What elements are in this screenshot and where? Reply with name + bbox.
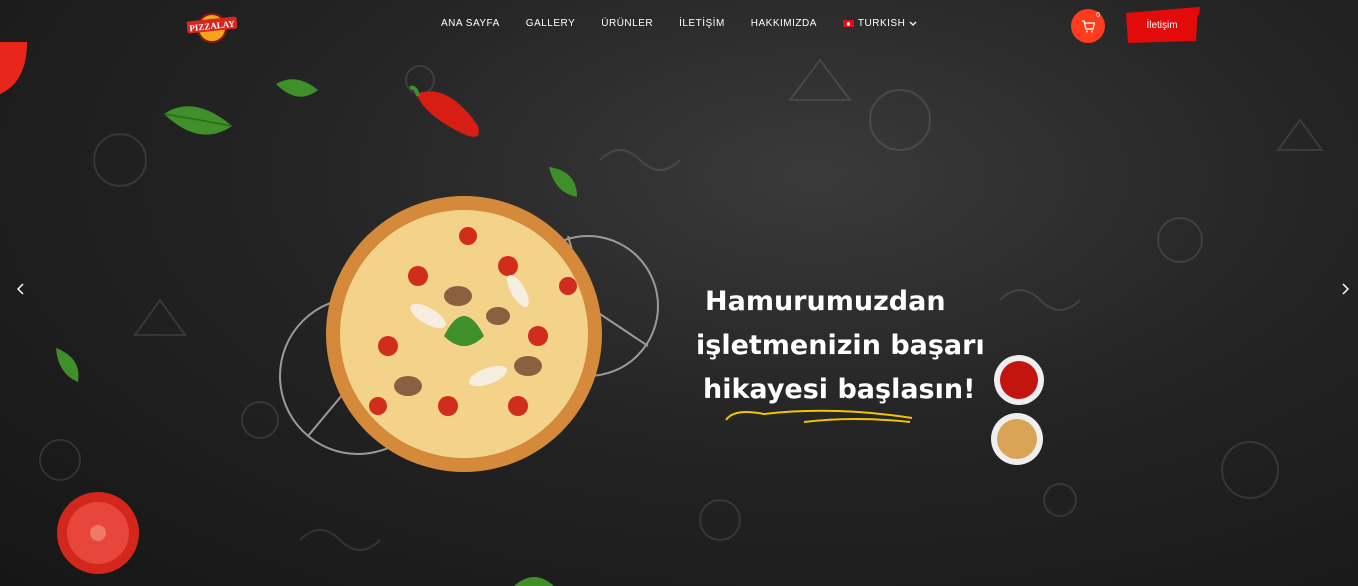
hero-line-2: işletmenizin başarı (696, 330, 985, 361)
chevron-left-icon (17, 283, 24, 295)
nav-contact[interactable]: İLETİŞİM (679, 18, 725, 29)
slider-prev-button[interactable] (11, 278, 31, 300)
cart-button[interactable]: 0 (1071, 9, 1105, 43)
chevron-right-icon (1342, 283, 1349, 295)
ketchup-bowl-icon (994, 355, 1044, 405)
cart-icon (1082, 19, 1095, 32)
contact-cta-button[interactable]: İletişim (1124, 7, 1200, 43)
pizza-image (279, 196, 659, 472)
nav-home[interactable]: ANA SAYFA (441, 18, 500, 29)
cart-count-badge: 0 (1096, 12, 1100, 19)
red-corner-shape (0, 42, 27, 94)
main-nav: ANA SAYFA GALLERY ÜRÜNLER İLETİŞİM HAKKI… (441, 18, 917, 29)
site-header: PIZZALAY ANA SAYFA GALLERY ÜRÜNLER İLETİ… (0, 0, 1358, 52)
basil-leaf-icon (56, 348, 79, 382)
cta-label: İletişim (1146, 20, 1178, 31)
hero-headline: Hamurumuzdan işletmenizin başarı hikayes… (696, 280, 996, 412)
nav-products[interactable]: ÜRÜNLER (601, 18, 653, 29)
mustard-bowl-icon (991, 413, 1043, 465)
nav-about[interactable]: HAKKIMIZDA (751, 18, 817, 29)
language-label: TURKISH (857, 18, 906, 29)
basil-leaf-icon (163, 106, 233, 135)
hero-line-1: Hamurumuzdan (705, 286, 946, 317)
headline-underline (725, 409, 913, 423)
red-pepper-icon (409, 85, 479, 137)
chevron-down-icon (909, 21, 917, 26)
tomato-slice-icon (57, 492, 139, 574)
basil-leaf-icon (276, 79, 318, 97)
turkish-flag-icon (842, 20, 854, 27)
language-selector[interactable]: TURKISH (842, 18, 917, 29)
slider-next-button[interactable] (1335, 278, 1355, 300)
pizzalay-logo[interactable]: PIZZALAY (186, 8, 238, 44)
nav-gallery[interactable]: GALLERY (526, 18, 575, 29)
basil-leaf-icon (514, 577, 554, 586)
background-doodle-pattern (39, 58, 1324, 551)
